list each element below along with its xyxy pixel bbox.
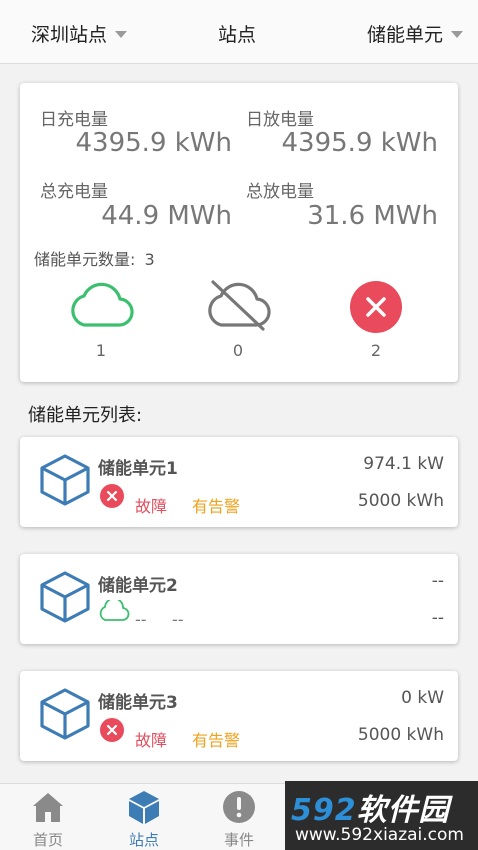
- unit-energy: --: [431, 608, 444, 628]
- watermark-logo: 592软件园: [291, 793, 450, 828]
- cube-icon: [40, 454, 90, 506]
- unit-name: 储能单元1: [98, 459, 178, 479]
- watermark: 592软件园 www.592xiazai.com: [285, 781, 478, 850]
- cloud-icon: [99, 600, 130, 621]
- unit-power: --: [431, 571, 444, 591]
- cloud-icon[interactable]: [68, 281, 134, 329]
- page-title: 站点: [218, 24, 257, 46]
- unit-count-value: 3: [144, 250, 155, 269]
- daily-charge-label: 日充电量: [40, 110, 108, 130]
- nav-site[interactable]: 站点: [96, 784, 192, 850]
- unit-card-1[interactable]: 储能单元1 974.1 kW 故障 有告警 5000 kWh: [20, 437, 458, 527]
- unit-card-2[interactable]: 储能单元2 -- -- -- --: [20, 554, 458, 644]
- watermark-url: www.592xiazai.com: [295, 825, 464, 845]
- site-selector-label: 深圳站点: [31, 24, 108, 46]
- unit-power: 0 kW: [401, 688, 444, 708]
- nav-home-label: 首页: [32, 831, 63, 849]
- site-selector[interactable]: 深圳站点: [31, 20, 128, 47]
- alarm-status: 有告警: [192, 497, 241, 516]
- nav-home[interactable]: 首页: [0, 784, 96, 850]
- unit-count: 储能单元数量: 3: [34, 246, 155, 270]
- unit-energy: 5000 kWh: [357, 725, 444, 745]
- alert-icon: [223, 791, 255, 823]
- online-count: 1: [95, 341, 107, 360]
- cube-icon: [40, 571, 90, 623]
- unit-list-title: 储能单元列表:: [28, 405, 143, 426]
- daily-discharge-value: 4395.9 kWh: [281, 128, 438, 158]
- unit-count-label: 储能单元数量:: [34, 250, 136, 269]
- home-icon: [33, 793, 63, 822]
- total-discharge-label: 总放电量: [246, 182, 314, 202]
- cloud-off-icon[interactable]: [205, 279, 271, 331]
- close-circle-icon: [100, 484, 124, 508]
- unit-energy: 5000 kWh: [357, 491, 444, 511]
- unit-status-placeholder: --: [135, 610, 147, 629]
- total-charge-value: 44.9 MWh: [101, 201, 232, 231]
- unit-selector-label: 储能单元: [366, 24, 443, 46]
- offline-count: 0: [232, 341, 244, 360]
- cube-icon: [129, 791, 159, 824]
- unit-card-3[interactable]: 储能单元3 0 kW 故障 有告警 5000 kWh: [20, 671, 458, 761]
- total-discharge-value: 31.6 MWh: [307, 201, 438, 231]
- alarm-status: 有告警: [192, 731, 241, 750]
- nav-events-label: 事件: [223, 831, 254, 849]
- summary-card: 日充电量 4395.9 kWh 日放电量 4395.9 kWh 总充电量 44.…: [20, 83, 458, 382]
- unit-name: 储能单元3: [98, 693, 178, 713]
- fault-status: 故障: [135, 731, 168, 750]
- nav-site-label: 站点: [128, 831, 159, 849]
- fault-status: 故障: [135, 497, 168, 516]
- nav-events[interactable]: 事件: [191, 784, 287, 850]
- close-circle-icon[interactable]: [350, 281, 402, 333]
- cube-icon: [40, 688, 90, 740]
- total-charge-label: 总充电量: [40, 182, 108, 202]
- fault-count: 2: [370, 341, 382, 360]
- chevron-down-icon: [115, 31, 128, 38]
- unit-name: 储能单元2: [98, 576, 178, 596]
- daily-charge-value: 4395.9 kWh: [75, 128, 232, 158]
- unit-power: 974.1 kW: [363, 454, 444, 474]
- unit-selector[interactable]: 储能单元: [367, 20, 463, 47]
- chevron-down-icon: [451, 31, 463, 38]
- top-bar: 深圳站点 站点 储能单元: [0, 0, 478, 64]
- close-circle-icon: [100, 718, 124, 742]
- unit-alarm-placeholder: --: [172, 610, 184, 629]
- daily-discharge-label: 日放电量: [246, 110, 314, 130]
